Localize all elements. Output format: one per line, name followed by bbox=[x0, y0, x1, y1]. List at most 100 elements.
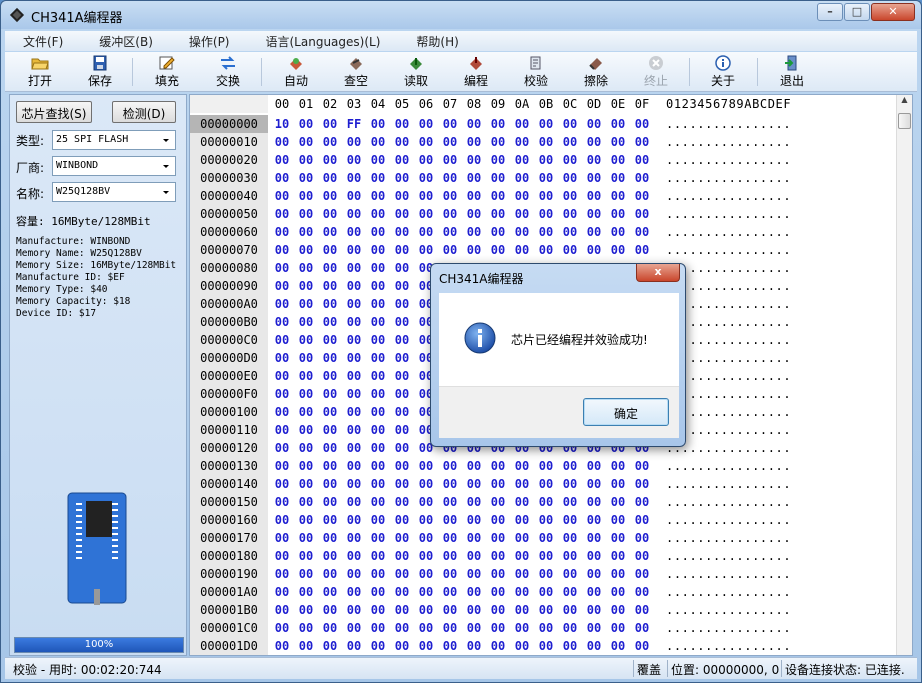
hex-byte[interactable]: 00 bbox=[582, 189, 606, 203]
hex-byte[interactable]: 00 bbox=[318, 207, 342, 221]
hex-byte[interactable]: 00 bbox=[390, 441, 414, 455]
hex-byte[interactable]: 00 bbox=[606, 225, 630, 239]
hex-byte[interactable]: 00 bbox=[342, 531, 366, 545]
hex-byte[interactable]: 00 bbox=[270, 423, 294, 437]
hex-byte[interactable]: 00 bbox=[342, 387, 366, 401]
hex-byte[interactable]: 00 bbox=[414, 225, 438, 239]
hex-byte[interactable]: 00 bbox=[294, 441, 318, 455]
hex-byte[interactable]: 00 bbox=[510, 207, 534, 221]
hex-byte[interactable]: 00 bbox=[510, 117, 534, 131]
hex-byte[interactable]: 00 bbox=[534, 135, 558, 149]
hex-byte[interactable]: 00 bbox=[390, 603, 414, 617]
hex-byte[interactable]: 00 bbox=[390, 369, 414, 383]
hex-byte[interactable]: 00 bbox=[486, 225, 510, 239]
hex-byte[interactable]: 00 bbox=[630, 207, 654, 221]
menu-buffer[interactable]: 缓冲区(B) bbox=[81, 31, 171, 51]
hex-row[interactable]: 00000000 10 00 00 FF 00 00 00 00 00 00 00 00 00 00 00 00… bbox=[190, 115, 896, 133]
hex-byte[interactable]: 00 bbox=[318, 549, 342, 563]
hex-byte[interactable]: 00 bbox=[342, 459, 366, 473]
hex-byte[interactable]: 00 bbox=[582, 153, 606, 167]
hex-byte[interactable]: 00 bbox=[318, 351, 342, 365]
hex-byte[interactable]: 00 bbox=[582, 117, 606, 131]
hex-byte[interactable]: 00 bbox=[534, 153, 558, 167]
hex-byte[interactable]: 00 bbox=[486, 549, 510, 563]
hex-byte[interactable]: 00 bbox=[510, 603, 534, 617]
hex-byte[interactable]: 00 bbox=[318, 603, 342, 617]
hex-byte[interactable]: 00 bbox=[294, 585, 318, 599]
hex-byte[interactable]: 00 bbox=[534, 621, 558, 635]
hex-byte[interactable]: 00 bbox=[414, 567, 438, 581]
hex-byte[interactable]: 00 bbox=[606, 117, 630, 131]
hex-byte[interactable]: 00 bbox=[366, 333, 390, 347]
detect-button[interactable]: 检测(D) bbox=[112, 101, 176, 123]
hex-byte[interactable]: 00 bbox=[342, 549, 366, 563]
hex-byte[interactable]: 00 bbox=[582, 171, 606, 185]
hex-byte[interactable]: 00 bbox=[558, 243, 582, 257]
hex-byte[interactable]: 00 bbox=[294, 189, 318, 203]
hex-byte[interactable]: 00 bbox=[294, 351, 318, 365]
hex-byte[interactable]: 00 bbox=[270, 369, 294, 383]
hex-byte[interactable]: 00 bbox=[270, 549, 294, 563]
hex-byte[interactable]: 00 bbox=[606, 171, 630, 185]
fill-button[interactable]: 填充 bbox=[142, 52, 192, 92]
hex-byte[interactable]: 00 bbox=[318, 441, 342, 455]
hex-byte[interactable]: 00 bbox=[606, 603, 630, 617]
hex-byte[interactable]: 00 bbox=[342, 513, 366, 527]
close-button[interactable]: ✕ bbox=[871, 3, 915, 21]
hex-byte[interactable]: 00 bbox=[342, 261, 366, 275]
hex-byte[interactable]: 00 bbox=[342, 279, 366, 293]
hex-byte[interactable]: 00 bbox=[558, 603, 582, 617]
hex-byte[interactable]: 00 bbox=[438, 495, 462, 509]
hex-row[interactable]: 00000030 00 00 00 00 00 00 00 00 00 00 00 00 00 00 00 00… bbox=[190, 169, 896, 187]
hex-byte[interactable]: 00 bbox=[510, 639, 534, 653]
hex-byte[interactable]: 00 bbox=[342, 171, 366, 185]
hex-byte[interactable]: 00 bbox=[462, 477, 486, 491]
hex-byte[interactable]: 00 bbox=[582, 603, 606, 617]
hex-byte[interactable]: 00 bbox=[630, 459, 654, 473]
hex-byte[interactable]: 00 bbox=[582, 585, 606, 599]
hex-byte[interactable]: 00 bbox=[318, 171, 342, 185]
hex-byte[interactable]: 00 bbox=[462, 117, 486, 131]
hex-byte[interactable]: 00 bbox=[294, 153, 318, 167]
hex-byte[interactable]: 00 bbox=[366, 315, 390, 329]
hex-byte[interactable]: 00 bbox=[270, 513, 294, 527]
program-button[interactable]: 编程 bbox=[451, 52, 501, 92]
hex-byte[interactable]: 00 bbox=[630, 495, 654, 509]
hex-byte[interactable]: 00 bbox=[318, 225, 342, 239]
hex-byte[interactable]: 00 bbox=[342, 135, 366, 149]
hex-byte[interactable]: 00 bbox=[390, 171, 414, 185]
hex-byte[interactable]: 00 bbox=[606, 549, 630, 563]
hex-byte[interactable]: 00 bbox=[534, 567, 558, 581]
hex-byte[interactable]: 00 bbox=[534, 585, 558, 599]
hex-byte[interactable]: 00 bbox=[294, 495, 318, 509]
hex-byte[interactable]: 00 bbox=[390, 297, 414, 311]
hex-byte[interactable]: 00 bbox=[486, 495, 510, 509]
hex-byte[interactable]: 00 bbox=[270, 585, 294, 599]
hex-byte[interactable]: 00 bbox=[318, 279, 342, 293]
hex-byte[interactable]: 00 bbox=[366, 441, 390, 455]
hex-byte[interactable]: 00 bbox=[294, 225, 318, 239]
hex-byte[interactable]: 00 bbox=[510, 513, 534, 527]
hex-byte[interactable]: 00 bbox=[438, 603, 462, 617]
hex-byte[interactable]: 00 bbox=[390, 423, 414, 437]
hex-byte[interactable]: 00 bbox=[438, 243, 462, 257]
hex-byte[interactable]: 00 bbox=[318, 423, 342, 437]
auto-button[interactable]: 自动 bbox=[271, 52, 321, 92]
hex-byte[interactable]: 00 bbox=[294, 549, 318, 563]
hex-row[interactable]: 00000010 00 00 00 00 00 00 00 00 00 00 00 00 00 00 00 00… bbox=[190, 133, 896, 151]
title-bar[interactable]: CH341A编程器 – □ ✕ bbox=[1, 1, 921, 29]
hex-byte[interactable]: 00 bbox=[414, 459, 438, 473]
hex-byte[interactable]: 00 bbox=[630, 639, 654, 653]
hex-byte[interactable]: 00 bbox=[366, 477, 390, 491]
hex-row[interactable]: 00000130 00 00 00 00 00 00 00 00 00 00 00 00 00 00 00 00… bbox=[190, 457, 896, 475]
scroll-thumb[interactable] bbox=[898, 113, 911, 129]
hex-byte[interactable]: 00 bbox=[318, 153, 342, 167]
erase-button[interactable]: 擦除 bbox=[571, 52, 621, 92]
hex-byte[interactable]: 00 bbox=[318, 585, 342, 599]
hex-byte[interactable]: 00 bbox=[270, 297, 294, 311]
hex-byte[interactable]: 00 bbox=[630, 117, 654, 131]
hex-byte[interactable]: 00 bbox=[366, 297, 390, 311]
hex-byte[interactable]: 00 bbox=[606, 135, 630, 149]
hex-byte[interactable]: 00 bbox=[486, 531, 510, 545]
hex-byte[interactable]: 00 bbox=[342, 153, 366, 167]
